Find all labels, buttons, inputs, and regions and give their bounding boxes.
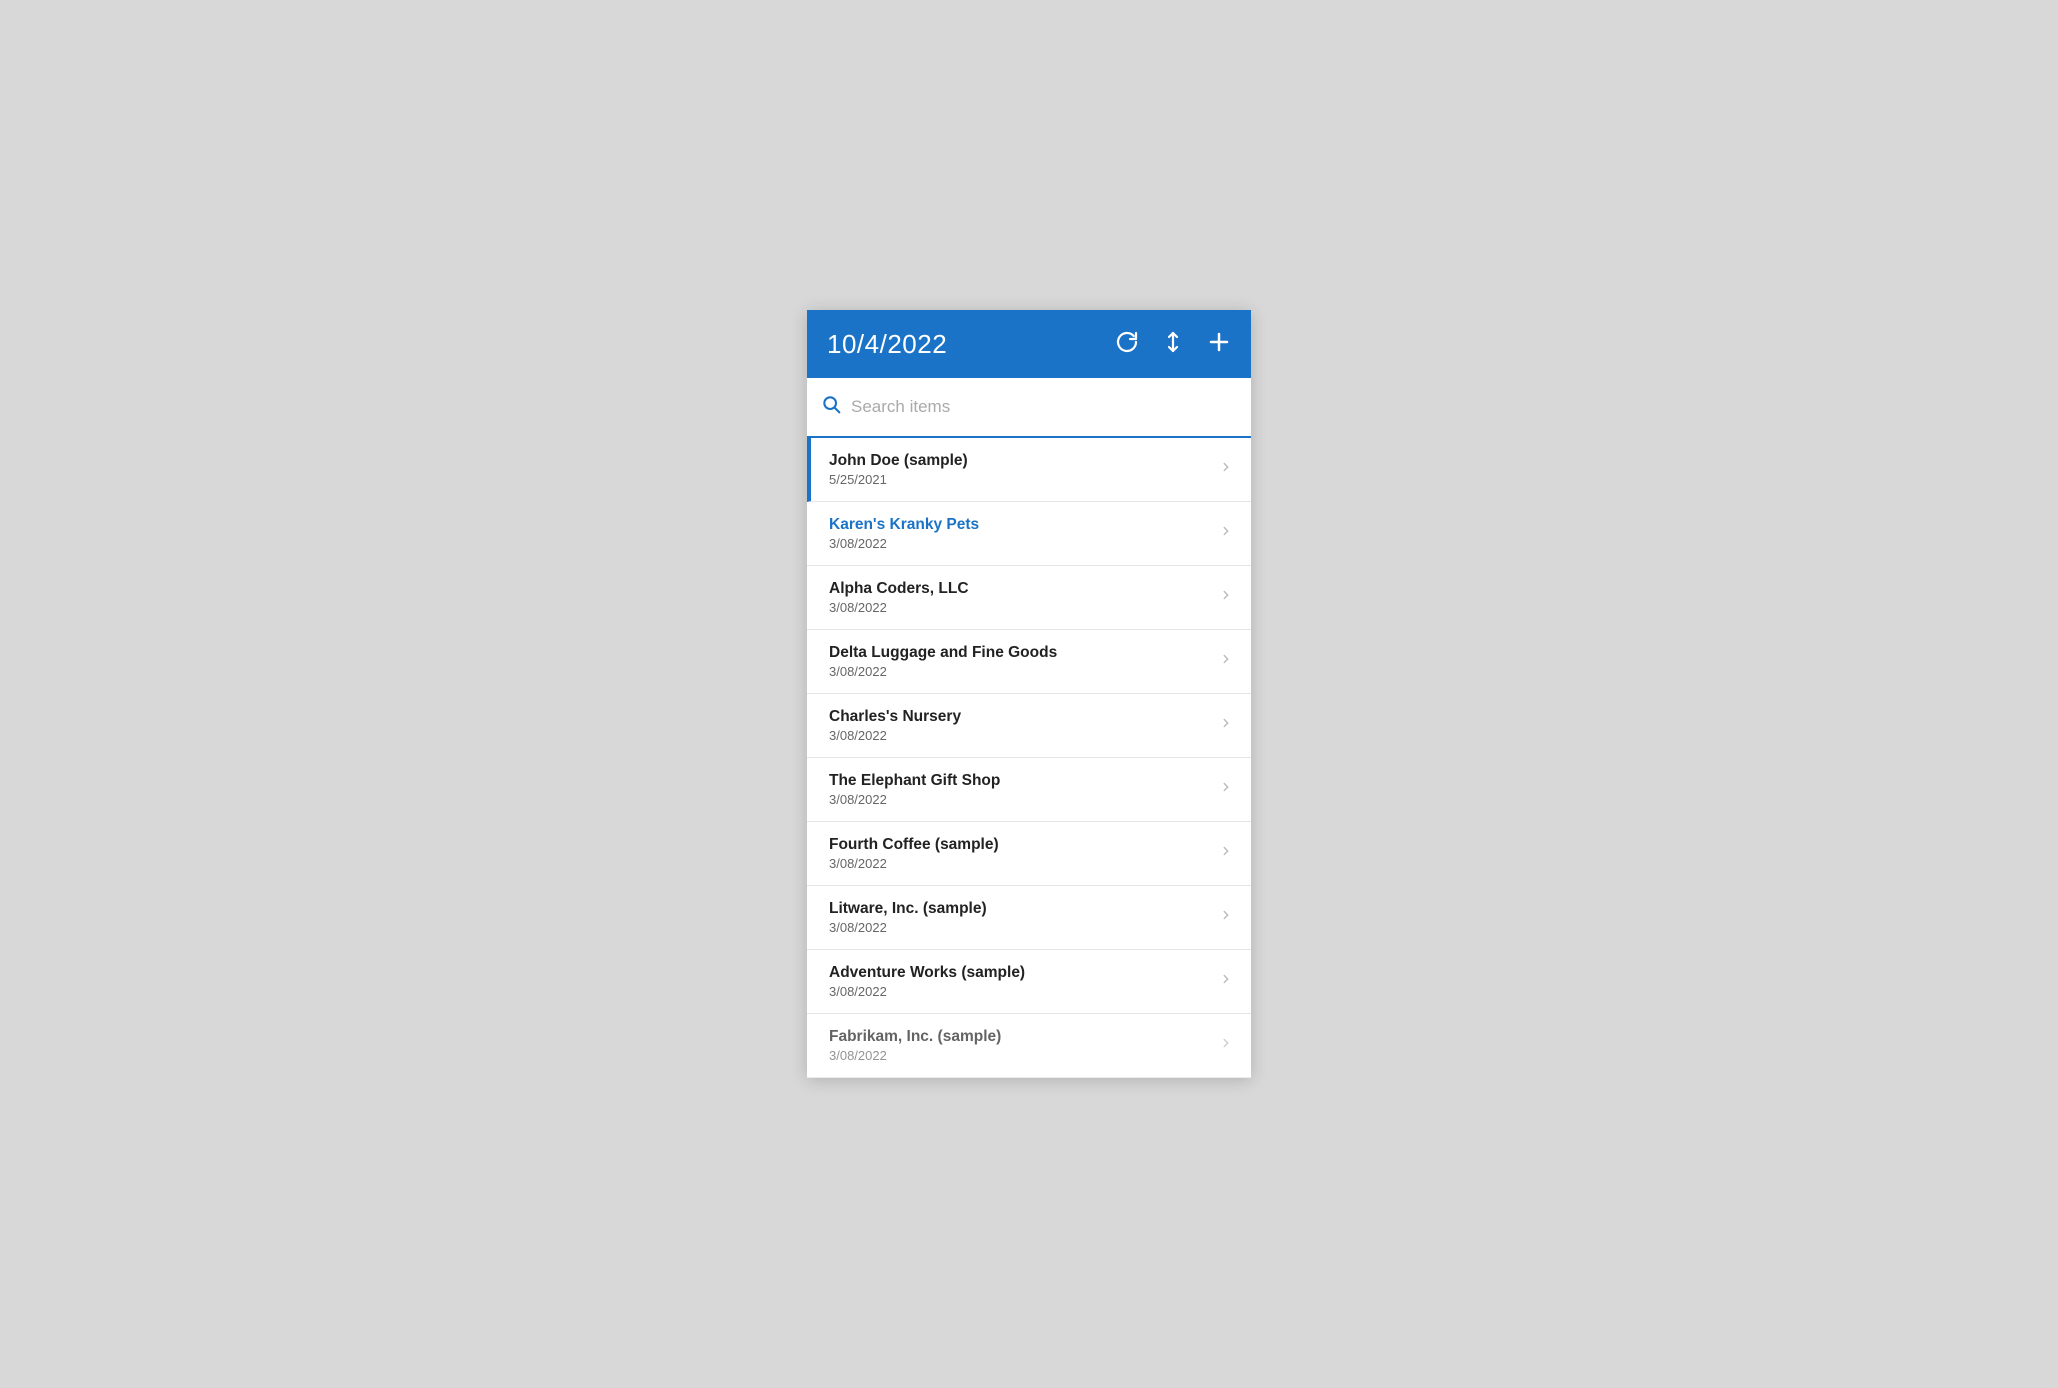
chevron-right-icon bbox=[1219, 716, 1233, 735]
sort-icon[interactable] bbox=[1161, 330, 1185, 358]
chevron-right-icon bbox=[1219, 652, 1233, 671]
item-date: 3/08/2022 bbox=[829, 600, 969, 615]
header-title: 10/4/2022 bbox=[827, 329, 947, 360]
list-item-content: The Elephant Gift Shop 3/08/2022 bbox=[829, 772, 1000, 807]
list-item[interactable]: Alpha Coders, LLC 3/08/2022 bbox=[807, 566, 1251, 630]
search-input[interactable] bbox=[851, 397, 1237, 417]
search-icon bbox=[821, 394, 841, 420]
list-item[interactable]: Delta Luggage and Fine Goods 3/08/2022 bbox=[807, 630, 1251, 694]
list-item-content: Fabrikam, Inc. (sample) 3/08/2022 bbox=[829, 1028, 1001, 1063]
chevron-right-icon bbox=[1219, 588, 1233, 607]
list-item[interactable]: Karen's Kranky Pets 3/08/2022 bbox=[807, 502, 1251, 566]
item-name: Litware, Inc. (sample) bbox=[829, 900, 987, 918]
item-name: Alpha Coders, LLC bbox=[829, 580, 969, 598]
item-name: Delta Luggage and Fine Goods bbox=[829, 644, 1057, 662]
item-date: 3/08/2022 bbox=[829, 664, 1057, 679]
list-item[interactable]: John Doe (sample) 5/25/2021 bbox=[807, 438, 1251, 502]
item-date: 3/08/2022 bbox=[829, 792, 1000, 807]
item-name: Charles's Nursery bbox=[829, 708, 961, 726]
list: John Doe (sample) 5/25/2021 Karen's Kranky… bbox=[807, 438, 1251, 1078]
search-bar bbox=[807, 378, 1251, 438]
chevron-right-icon bbox=[1219, 524, 1233, 543]
item-date: 3/08/2022 bbox=[829, 984, 1025, 999]
item-date: 3/08/2022 bbox=[829, 1048, 1001, 1063]
item-name: Adventure Works (sample) bbox=[829, 964, 1025, 982]
list-item-content: Delta Luggage and Fine Goods 3/08/2022 bbox=[829, 644, 1057, 679]
list-item[interactable]: Adventure Works (sample) 3/08/2022 bbox=[807, 950, 1251, 1014]
chevron-right-icon bbox=[1219, 780, 1233, 799]
item-name: Fourth Coffee (sample) bbox=[829, 836, 999, 854]
item-date: 3/08/2022 bbox=[829, 728, 961, 743]
list-item-content: Karen's Kranky Pets 3/08/2022 bbox=[829, 516, 979, 551]
list-item-content: Litware, Inc. (sample) 3/08/2022 bbox=[829, 900, 987, 935]
item-name: The Elephant Gift Shop bbox=[829, 772, 1000, 790]
list-item[interactable]: Fourth Coffee (sample) 3/08/2022 bbox=[807, 822, 1251, 886]
add-icon[interactable] bbox=[1207, 330, 1231, 358]
chevron-right-icon bbox=[1219, 460, 1233, 479]
chevron-right-icon bbox=[1219, 972, 1233, 991]
item-name: Karen's Kranky Pets bbox=[829, 516, 979, 534]
chevron-right-icon bbox=[1219, 844, 1233, 863]
list-item-content: Charles's Nursery 3/08/2022 bbox=[829, 708, 961, 743]
header: 10/4/2022 bbox=[807, 310, 1251, 378]
refresh-icon[interactable] bbox=[1115, 330, 1139, 358]
item-name: John Doe (sample) bbox=[829, 452, 968, 470]
header-actions bbox=[1115, 330, 1231, 358]
item-date: 3/08/2022 bbox=[829, 536, 979, 551]
list-item-content: John Doe (sample) 5/25/2021 bbox=[829, 452, 968, 487]
list-item[interactable]: Charles's Nursery 3/08/2022 bbox=[807, 694, 1251, 758]
item-date: 5/25/2021 bbox=[829, 472, 968, 487]
item-date: 3/08/2022 bbox=[829, 856, 999, 871]
item-name: Fabrikam, Inc. (sample) bbox=[829, 1028, 1001, 1046]
list-item[interactable]: The Elephant Gift Shop 3/08/2022 bbox=[807, 758, 1251, 822]
app-container: 10/4/2022 bbox=[807, 310, 1251, 1078]
list-item[interactable]: Fabrikam, Inc. (sample) 3/08/2022 bbox=[807, 1014, 1251, 1078]
chevron-right-icon bbox=[1219, 908, 1233, 927]
chevron-right-icon bbox=[1219, 1036, 1233, 1055]
list-item-content: Alpha Coders, LLC 3/08/2022 bbox=[829, 580, 969, 615]
list-item-content: Fourth Coffee (sample) 3/08/2022 bbox=[829, 836, 999, 871]
list-item[interactable]: Litware, Inc. (sample) 3/08/2022 bbox=[807, 886, 1251, 950]
list-item-content: Adventure Works (sample) 3/08/2022 bbox=[829, 964, 1025, 999]
item-date: 3/08/2022 bbox=[829, 920, 987, 935]
